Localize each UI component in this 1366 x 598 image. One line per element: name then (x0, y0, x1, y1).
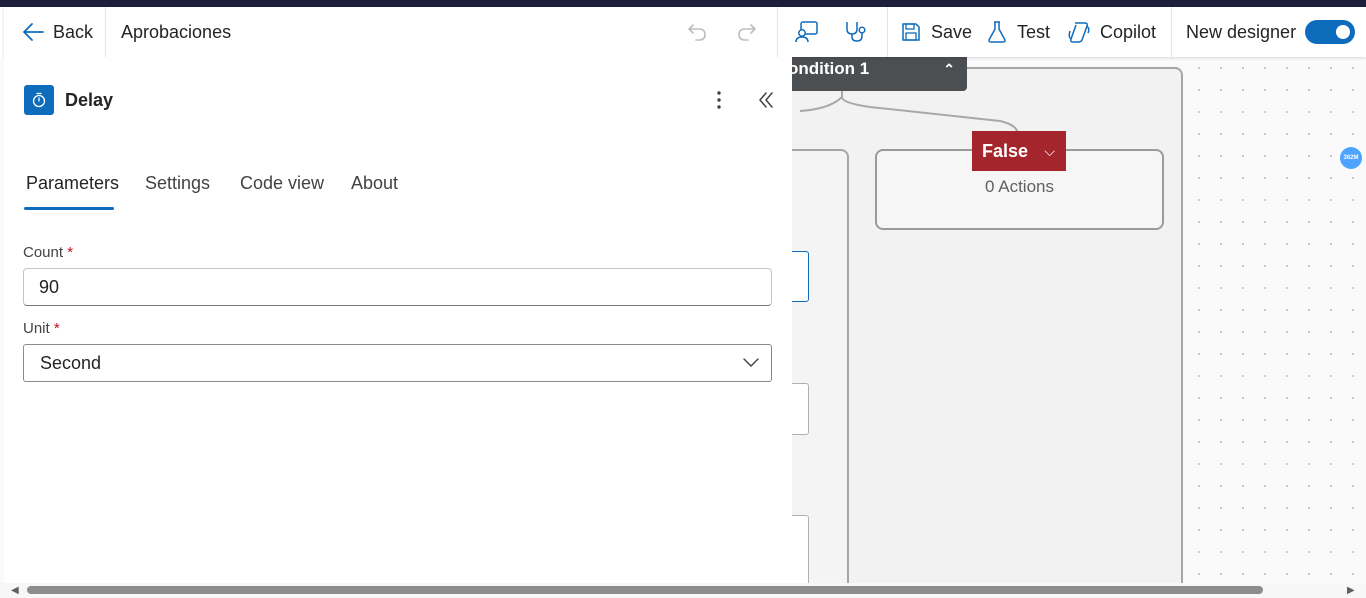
back-button[interactable]: Back (22, 7, 93, 57)
save-button[interactable]: Save (901, 7, 972, 57)
redo-button[interactable] (737, 7, 757, 57)
toggle-knob (1336, 25, 1351, 39)
timer-icon (24, 85, 54, 115)
scrollbar-thumb[interactable] (27, 586, 1263, 594)
tab-code-view[interactable]: Code view (240, 173, 324, 194)
divider (1171, 7, 1172, 57)
window-top-strip (0, 0, 1366, 7)
redo-icon (738, 24, 757, 41)
false-actions-count: 0 Actions (985, 177, 1054, 196)
active-tab-indicator (24, 207, 114, 210)
undo-icon (687, 24, 706, 41)
false-branch-button[interactable]: False ⌵ (972, 131, 1066, 171)
flow-name: Aprobaciones (121, 21, 232, 42)
new-designer-toggle[interactable]: New designer (1186, 7, 1356, 57)
panel-title[interactable]: Delay (65, 90, 113, 111)
unit-dropdown[interactable]: Second (23, 344, 772, 382)
top-toolbar: Back Aprobaciones Save Test Copilot New … (4, 7, 1366, 57)
toggle-switch[interactable] (1305, 20, 1356, 44)
flow-checker-button[interactable] (844, 7, 868, 57)
horizontal-scrollbar[interactable]: ◀ ▶ (0, 583, 1366, 598)
person-feedback-icon (795, 21, 818, 43)
unit-label: Unit * (23, 320, 60, 337)
save-icon (902, 23, 920, 41)
divider (887, 7, 888, 57)
feedback-button[interactable] (795, 7, 819, 57)
copilot-icon (1068, 22, 1090, 43)
arrow-left-icon (23, 23, 44, 41)
zoom-badge[interactable]: 362M (1340, 147, 1362, 169)
count-label: Count * (23, 244, 74, 261)
divider (105, 7, 106, 57)
count-input[interactable]: 90 (23, 268, 772, 306)
back-label: Back (53, 21, 94, 42)
chevron-up-icon[interactable]: ⌃ (943, 57, 955, 81)
test-label: Test (1017, 21, 1051, 42)
condition-title: ondition 1 (788, 59, 870, 78)
beaker-icon (988, 21, 1006, 43)
stethoscope-icon (846, 22, 866, 42)
chevron-down-icon[interactable]: ⌵ (1044, 131, 1055, 171)
copilot-button[interactable]: Copilot (1067, 7, 1156, 57)
scroll-left-icon[interactable]: ◀ (11, 583, 19, 598)
collapse-panel-icon[interactable] (754, 87, 778, 113)
more-options-icon[interactable] (709, 87, 729, 113)
new-designer-label: New designer (1186, 21, 1297, 42)
action-details-panel: Delay Parameters Settings Code view Abou… (4, 57, 792, 583)
unit-selected-value: Second (40, 353, 102, 373)
divider (777, 7, 778, 57)
tab-about[interactable]: About (351, 173, 398, 194)
chevron-down-icon (743, 358, 759, 367)
tab-settings[interactable]: Settings (145, 173, 210, 194)
test-button[interactable]: Test (987, 7, 1050, 57)
undo-button[interactable] (687, 7, 707, 57)
save-label: Save (931, 21, 973, 42)
tab-parameters[interactable]: Parameters (26, 173, 119, 194)
scroll-right-icon[interactable]: ▶ (1347, 583, 1355, 598)
false-branch-label: False (982, 141, 1029, 161)
copilot-label: Copilot (1100, 21, 1157, 42)
